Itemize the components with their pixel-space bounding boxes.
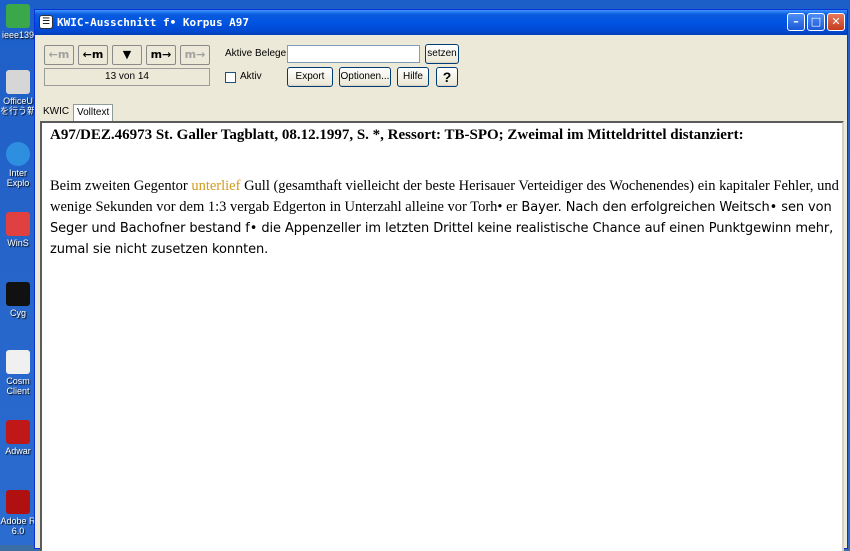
first-hit-icon: ←m — [48, 48, 70, 61]
hilfe-button[interactable]: Hilfe — [397, 67, 429, 87]
adobe-reader-icon[interactable]: Adobe R 6.0 — [0, 490, 36, 536]
desktop-icon-label: Adwar — [5, 446, 31, 456]
title-bar[interactable]: ☰ KWIC-Ausschnitt f• Korpus A97 – □ ✕ — [35, 10, 847, 35]
tab-kwic[interactable]: KWIC — [40, 104, 72, 120]
adobe-reader-icon-image — [6, 490, 30, 514]
winscp-icon-image — [6, 212, 30, 236]
kwic-window: ☰ KWIC-Ausschnitt f• Korpus A97 – □ ✕ ←m… — [34, 9, 848, 551]
internet-explorer-icon[interactable]: Inter Explo — [0, 142, 36, 188]
previous-hit-button[interactable]: ←m — [78, 45, 108, 65]
cosmas-client-icon-image — [6, 350, 30, 374]
fulltext-panel[interactable]: A97/DEZ.46973 St. Galler Tagblatt, 08.12… — [40, 121, 844, 551]
center-hit-button[interactable]: ▼ — [112, 45, 142, 65]
aktiv-checkbox[interactable] — [225, 72, 236, 83]
setzen-button[interactable]: setzen — [425, 44, 459, 64]
aktive-belege-input[interactable] — [287, 45, 420, 63]
aktive-belege-label: Aktive Belege: — [225, 48, 289, 59]
cosmas-client-icon[interactable]: Cosm Client — [0, 350, 36, 396]
adware-icon[interactable]: Adwar — [0, 420, 36, 456]
office-icon[interactable]: OfficeU を行う新 — [0, 70, 36, 116]
ieee-icon[interactable]: ieee139 — [0, 4, 36, 40]
close-icon: ✕ — [831, 15, 841, 28]
office-icon-image — [6, 70, 30, 94]
maximize-button[interactable]: □ — [807, 13, 825, 31]
desktop-icon-label: Adobe R 6.0 — [0, 516, 36, 536]
desktop-icon-label: ieee139 — [1, 30, 35, 40]
tab-kwic-label: KWIC — [43, 106, 70, 117]
document-header: A97/DEZ.46973 St. Galler Tagblatt, 08.12… — [50, 127, 744, 143]
close-button[interactable]: ✕ — [827, 13, 845, 31]
first-hit-button[interactable]: ←m — [44, 45, 74, 65]
help-button[interactable]: ? — [436, 67, 458, 87]
optionen-button[interactable]: Optionen... — [339, 67, 391, 87]
maximize-icon: □ — [810, 15, 822, 28]
cygwin-icon[interactable]: Cyg — [0, 282, 36, 318]
keyword-highlight: unterlief — [191, 178, 241, 194]
internet-explorer-icon-image — [6, 142, 30, 166]
tab-volltext-label: Volltext — [77, 107, 110, 118]
winscp-icon[interactable]: WinS — [0, 212, 36, 248]
hit-counter: 13 von 14 — [44, 68, 210, 86]
window-title: KWIC-Ausschnitt f• Korpus A97 — [57, 16, 250, 29]
desktop-icon-label: Cosm Client — [6, 376, 30, 396]
adware-icon-image — [6, 420, 30, 444]
app-icon[interactable]: ☰ — [39, 15, 53, 29]
desktop-icon-label: Cyg — [9, 308, 26, 318]
desktop-icon-label: OfficeU を行う新 — [0, 96, 37, 116]
tab-volltext[interactable]: Volltext — [73, 104, 114, 121]
last-hit-button[interactable]: m→ — [180, 45, 210, 65]
text-before-keyword: Beim zweiten Gegentor — [50, 178, 192, 194]
export-button[interactable]: Export — [287, 67, 333, 87]
minimize-button[interactable]: – — [787, 13, 805, 31]
desktop-icon-label: Inter Explo — [6, 168, 30, 188]
next-hit-button[interactable]: m→ — [146, 45, 176, 65]
next-hit-icon: m→ — [150, 48, 172, 61]
cygwin-icon-image — [6, 282, 30, 306]
ieee-icon-image — [6, 4, 30, 28]
question-mark-icon: ? — [442, 69, 452, 85]
desktop-icon-label: WinS — [7, 238, 29, 248]
minimize-icon: – — [793, 15, 799, 28]
document-body: Beim zweiten Gegentor unterlief Gull (ge… — [50, 176, 840, 260]
aktiv-label: Aktiv — [240, 71, 262, 82]
previous-hit-icon: ←m — [82, 48, 104, 61]
last-hit-icon: m→ — [184, 48, 206, 61]
center-hit-icon: ▼ — [122, 48, 132, 61]
